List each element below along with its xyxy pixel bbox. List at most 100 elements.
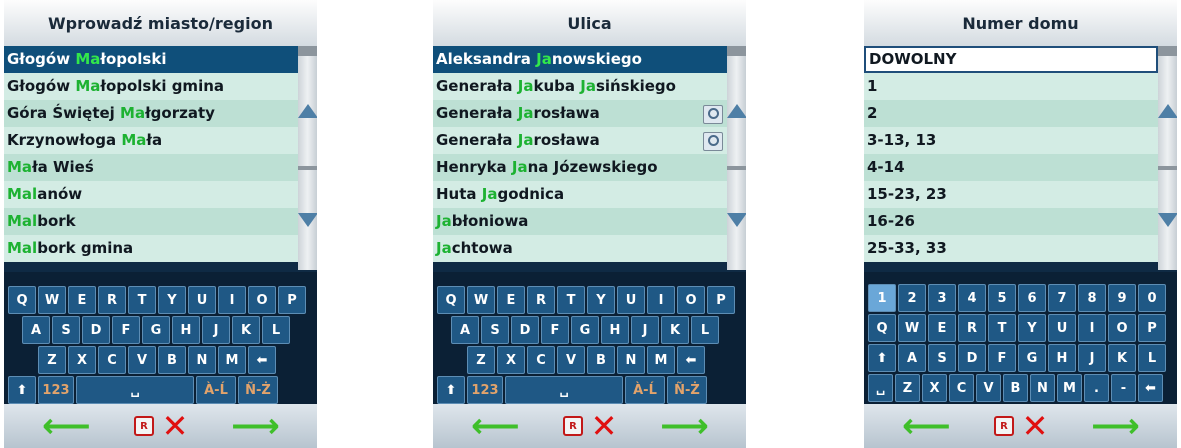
space-key[interactable]: ␣ xyxy=(505,376,623,404)
list-item[interactable]: Generała Jarosława xyxy=(433,127,727,154)
key[interactable]: C xyxy=(98,346,126,374)
key[interactable]: M xyxy=(218,346,246,374)
list-item[interactable]: Generała Jakuba Jasińskiego xyxy=(433,73,727,100)
scroll-down-button[interactable] xyxy=(1157,170,1177,270)
key[interactable]: N xyxy=(617,346,645,374)
key[interactable]: Y xyxy=(1018,314,1046,342)
key[interactable]: P xyxy=(1138,314,1166,342)
key[interactable]: Q xyxy=(868,314,896,342)
key[interactable]: W xyxy=(38,286,66,314)
key[interactable]: M xyxy=(647,346,675,374)
list-item[interactable]: 4-14 xyxy=(864,154,1158,181)
key[interactable]: H xyxy=(172,316,200,344)
numeric-key[interactable]: 123 xyxy=(467,376,503,404)
key[interactable]: A xyxy=(22,316,50,344)
key[interactable]: S xyxy=(481,316,509,344)
list-item[interactable]: Malanów xyxy=(4,181,298,208)
key[interactable]: 4 xyxy=(958,284,986,312)
key[interactable]: R xyxy=(958,314,986,342)
key[interactable]: I xyxy=(218,286,246,314)
list-item[interactable]: Generała Jarosława xyxy=(433,100,727,127)
key[interactable]: L xyxy=(1138,344,1166,372)
shift-key[interactable]: ⬆ xyxy=(437,376,465,404)
key[interactable]: K xyxy=(1108,344,1136,372)
scrollbar[interactable] xyxy=(726,46,746,270)
back-button[interactable]: ⟵ xyxy=(433,404,558,448)
list-item[interactable]: Mała Wieś xyxy=(4,154,298,181)
key[interactable]: X xyxy=(497,346,525,374)
back-button[interactable]: ⟵ xyxy=(864,404,989,448)
key[interactable]: Y xyxy=(587,286,615,314)
key[interactable]: 8 xyxy=(1078,284,1106,312)
key[interactable]: X xyxy=(922,374,947,402)
key[interactable]: F xyxy=(988,344,1016,372)
key[interactable]: G xyxy=(142,316,170,344)
key[interactable]: A xyxy=(451,316,479,344)
list-item[interactable]: 16-26 xyxy=(864,208,1158,235)
scroll-up-button[interactable] xyxy=(1157,56,1177,166)
list-item[interactable]: Aleksandra Janowskiego xyxy=(433,46,727,73)
list-item[interactable]: 3-13, 13 xyxy=(864,127,1158,154)
key[interactable]: C xyxy=(527,346,555,374)
key[interactable]: J xyxy=(631,316,659,344)
key[interactable]: L xyxy=(262,316,290,344)
key[interactable]: Q xyxy=(8,286,36,314)
scrollbar[interactable] xyxy=(1157,46,1177,270)
list-item[interactable]: Huta Jagodnica xyxy=(433,181,727,208)
key[interactable]: X xyxy=(68,346,96,374)
confirm-button[interactable]: ⟶ xyxy=(1054,404,1177,448)
key[interactable]: K xyxy=(661,316,689,344)
key[interactable]: U xyxy=(617,286,645,314)
list-item[interactable]: Henryka Jana Józewskiego xyxy=(433,154,727,181)
key[interactable]: P xyxy=(707,286,735,314)
shift-key[interactable]: ⬆ xyxy=(868,344,896,372)
confirm-button[interactable]: ⟶ xyxy=(623,404,746,448)
cancel-button[interactable]: ✕ xyxy=(1018,404,1052,448)
key[interactable]: D xyxy=(511,316,539,344)
key[interactable]: F xyxy=(112,316,140,344)
list-item[interactable]: 25-33, 33 xyxy=(864,235,1158,262)
accent-key-n-z[interactable]: Ñ-Ż xyxy=(238,376,278,404)
accent-key-n-z[interactable]: Ñ-Ż xyxy=(667,376,707,404)
list-item[interactable]: DOWOLNY xyxy=(864,46,1158,73)
cancel-button[interactable]: ✕ xyxy=(587,404,621,448)
shift-key[interactable]: ⬆ xyxy=(8,376,36,404)
key[interactable]: I xyxy=(1078,314,1106,342)
key[interactable]: N xyxy=(1030,374,1055,402)
list-item[interactable]: 2 xyxy=(864,100,1158,127)
key[interactable]: N xyxy=(188,346,216,374)
key[interactable]: D xyxy=(82,316,110,344)
key[interactable]: 7 xyxy=(1048,284,1076,312)
key[interactable]: M xyxy=(1057,374,1082,402)
key[interactable]: G xyxy=(1018,344,1046,372)
list-item[interactable]: 15-23, 23 xyxy=(864,181,1158,208)
scrollbar[interactable] xyxy=(297,46,317,270)
backspace-key[interactable]: ⬅ xyxy=(1138,374,1163,402)
key[interactable]: . xyxy=(1084,374,1109,402)
key[interactable]: Z xyxy=(38,346,66,374)
list-item[interactable]: Jachtowa xyxy=(433,235,727,262)
key[interactable]: 1 xyxy=(868,284,896,312)
cancel-button[interactable]: ✕ xyxy=(158,404,192,448)
space-key[interactable]: ␣ xyxy=(868,374,893,402)
key[interactable]: S xyxy=(928,344,956,372)
magnifier-icon[interactable] xyxy=(703,105,723,124)
space-key[interactable]: ␣ xyxy=(76,376,194,404)
key[interactable]: G xyxy=(571,316,599,344)
key[interactable]: R xyxy=(98,286,126,314)
key[interactable]: 6 xyxy=(1018,284,1046,312)
key[interactable]: O xyxy=(248,286,276,314)
list-item[interactable]: Malbork gmina xyxy=(4,235,298,262)
backspace-key[interactable]: ⬅ xyxy=(677,346,705,374)
key[interactable]: H xyxy=(1048,344,1076,372)
key[interactable]: E xyxy=(928,314,956,342)
key[interactable]: Z xyxy=(895,374,920,402)
key[interactable]: P xyxy=(278,286,306,314)
accent-key-a-l[interactable]: À-Ĺ xyxy=(625,376,665,404)
list-item[interactable]: Góra Świętej Małgorzaty xyxy=(4,100,298,127)
scroll-up-button[interactable] xyxy=(726,56,746,166)
key[interactable]: F xyxy=(541,316,569,344)
back-button[interactable]: ⟵ xyxy=(4,404,129,448)
key[interactable]: - xyxy=(1111,374,1136,402)
key[interactable]: C xyxy=(949,374,974,402)
